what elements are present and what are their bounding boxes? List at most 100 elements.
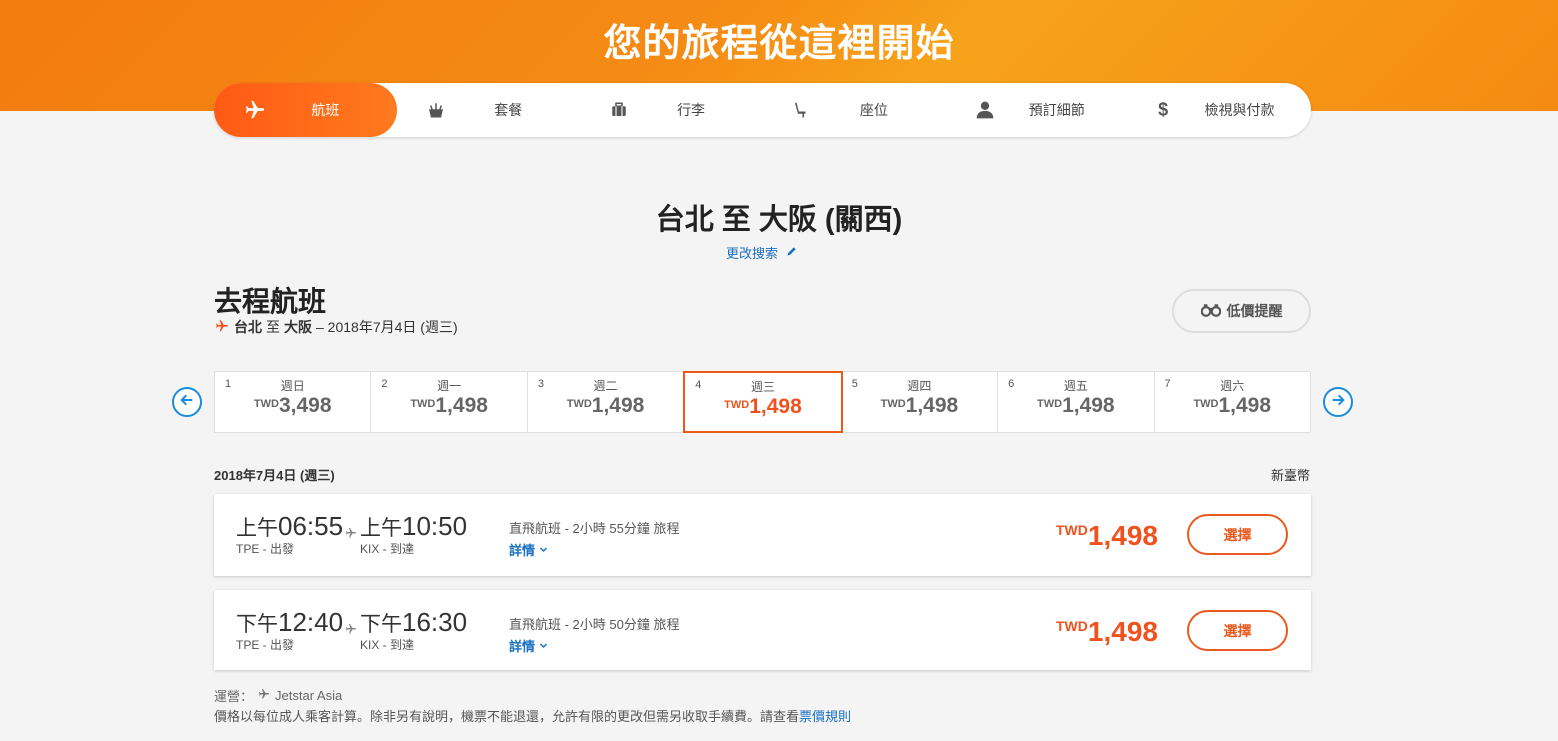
departure-code: TPE - 出發 (236, 542, 295, 556)
date-weekday: 週二 (593, 379, 618, 393)
step-label: 套餐 (494, 102, 523, 118)
date-option-selected[interactable]: 4 週三 TWD1,498 (683, 371, 843, 433)
meal-icon (427, 101, 445, 119)
date-amount: 3,498 (278, 394, 332, 417)
plane-icon (214, 319, 230, 336)
date-price: TWD1,498 (685, 395, 840, 419)
select-flight-button[interactable]: 選擇 (1187, 514, 1288, 555)
arrival-block: 下午16:30 KIX - 到達 (360, 607, 467, 653)
origin-city: 台北 (234, 319, 262, 335)
departure-time: 06:55 (278, 511, 344, 541)
step-baggage[interactable]: 行李 (580, 83, 763, 137)
date-price: TWD1,498 (842, 394, 997, 418)
plane-icon (344, 526, 358, 544)
dollar-icon: $ (1158, 99, 1169, 120)
date-option[interactable]: 1 週日 TWD3,498 (215, 372, 372, 432)
date-price: TWD1,498 (528, 394, 683, 418)
date-currency: TWD (566, 398, 592, 410)
arrival-code: KIX - 到達 (360, 542, 415, 556)
arrival-block: 上午10:50 KIX - 到達 (360, 511, 467, 557)
flight-card: 上午06:55 TPE - 出發 上午10:50 KIX - 到達 直飛航班 -… (214, 494, 1311, 576)
step-booking-details[interactable]: 預訂細節 (945, 83, 1128, 137)
date-amount: 1,498 (1062, 394, 1115, 417)
seat-icon (792, 100, 810, 120)
currency-note: 新臺幣 (1271, 468, 1311, 483)
date-weekday: 週三 (750, 380, 775, 394)
flight-duration: 直飛航班 - 2小時 50分鐘 旅程 (509, 617, 680, 632)
details-label: 詳情 (509, 639, 536, 654)
date-price: TWD1,498 (371, 394, 526, 418)
date-option[interactable]: 3 週二 TWD1,498 (528, 372, 685, 432)
date-option[interactable]: 2 週一 TWD1,498 (371, 372, 528, 432)
person-icon (975, 100, 995, 120)
results-date-heading: 2018年7月4日 (週三) (214, 468, 335, 483)
departure-block: 上午06:55 TPE - 出發 (236, 511, 343, 557)
departure-time: 12:40 (278, 607, 344, 637)
next-week-button[interactable] (1323, 387, 1353, 417)
date-weekday: 週四 (907, 379, 932, 393)
chevron-down-icon (539, 542, 548, 557)
date-currency: TWD (1037, 398, 1063, 410)
step-meals[interactable]: 套餐 (397, 83, 580, 137)
arrival-code: KIX - 到達 (360, 638, 415, 652)
date-amount: 1,498 (1218, 394, 1272, 417)
banner-title: 您的旅程從這裡開始 (603, 23, 955, 65)
step-label: 航班 (311, 102, 340, 118)
plane-icon (257, 688, 271, 703)
flight-price: TWD1,498 (1056, 520, 1158, 552)
step-label: 行李 (677, 102, 706, 118)
select-flight-button[interactable]: 選擇 (1187, 610, 1288, 651)
fare-note-text: 價格以每位成人乘客計算。除非另有說明，機票不能退還，允許有限的更改但需另收取手續… (214, 709, 800, 724)
operator-name: Jetstar Asia (275, 688, 343, 703)
modify-search-link[interactable]: 更改搜索 (726, 243, 797, 262)
plane-icon (344, 622, 358, 640)
date-option[interactable]: 7 週六 TWD1,498 (1155, 372, 1310, 432)
flight-info: 直飛航班 - 2小時 50分鐘 旅程 詳情 (509, 614, 679, 655)
binoculars-icon (1200, 303, 1221, 320)
date-option[interactable]: 5 週四 TWD1,498 (842, 372, 999, 432)
arrival-ampm: 下午 (360, 613, 402, 636)
price-alert-button[interactable]: 低價提醒 (1172, 289, 1311, 333)
price-alert-label: 低價提醒 (1226, 303, 1283, 319)
step-seats[interactable]: 座位 (762, 83, 945, 137)
date-currency: TWD (724, 399, 750, 411)
route-to: 至 (266, 319, 280, 335)
arrival-time: 10:50 (402, 511, 468, 541)
plane-icon (244, 99, 266, 121)
flight-price: TWD1,498 (1056, 616, 1158, 648)
prev-week-button[interactable] (172, 387, 202, 417)
step-label: 檢視與付款 (1204, 102, 1275, 118)
date-option[interactable]: 6 週五 TWD1,498 (998, 372, 1155, 432)
price-currency: TWD (1056, 618, 1088, 634)
step-label: 預訂細節 (1028, 102, 1085, 118)
date-currency: TWD (1193, 398, 1219, 410)
details-link[interactable]: 詳情 (509, 636, 679, 655)
fare-rules-link[interactable]: 票價規則 (799, 709, 851, 724)
flight-duration: 直飛航班 - 2小時 55分鐘 旅程 (509, 521, 680, 536)
date-amount: 1,498 (435, 394, 488, 417)
price-amount: 1,498 (1087, 520, 1158, 551)
luggage-icon (610, 101, 628, 119)
arrival-time: 16:30 (402, 607, 468, 637)
step-review-payment[interactable]: $ 檢視與付款 (1128, 83, 1311, 137)
departure-ampm: 上午 (236, 517, 278, 540)
date-currency: TWD (410, 398, 436, 410)
details-link[interactable]: 詳情 (509, 540, 679, 559)
date-currency: TWD (253, 398, 279, 410)
modify-search-label: 更改搜索 (726, 246, 779, 261)
date-currency: TWD (880, 398, 906, 410)
booking-steps: 航班 套餐 行李 座位 預訂細節 $ 檢視與付款 (214, 83, 1311, 137)
departure-block: 下午12:40 TPE - 出發 (236, 607, 343, 653)
route-title: 台北 至 大阪 (關西) (655, 204, 903, 236)
step-flights[interactable]: 航班 (214, 83, 397, 137)
arrival-ampm: 上午 (360, 517, 402, 540)
date-weekday: 週六 (1220, 379, 1245, 393)
price-currency: TWD (1056, 522, 1088, 538)
outbound-subtitle: 台北 至 大阪 – 2018年7月4日 (週三) (214, 317, 458, 337)
date-weekday: 週日 (280, 379, 305, 393)
chevron-down-icon (539, 638, 548, 653)
date-amount: 1,498 (905, 394, 959, 417)
flight-info: 直飛航班 - 2小時 55分鐘 旅程 詳情 (509, 518, 679, 559)
departure-code: TPE - 出發 (236, 638, 295, 652)
date-price: TWD3,498 (215, 394, 370, 418)
